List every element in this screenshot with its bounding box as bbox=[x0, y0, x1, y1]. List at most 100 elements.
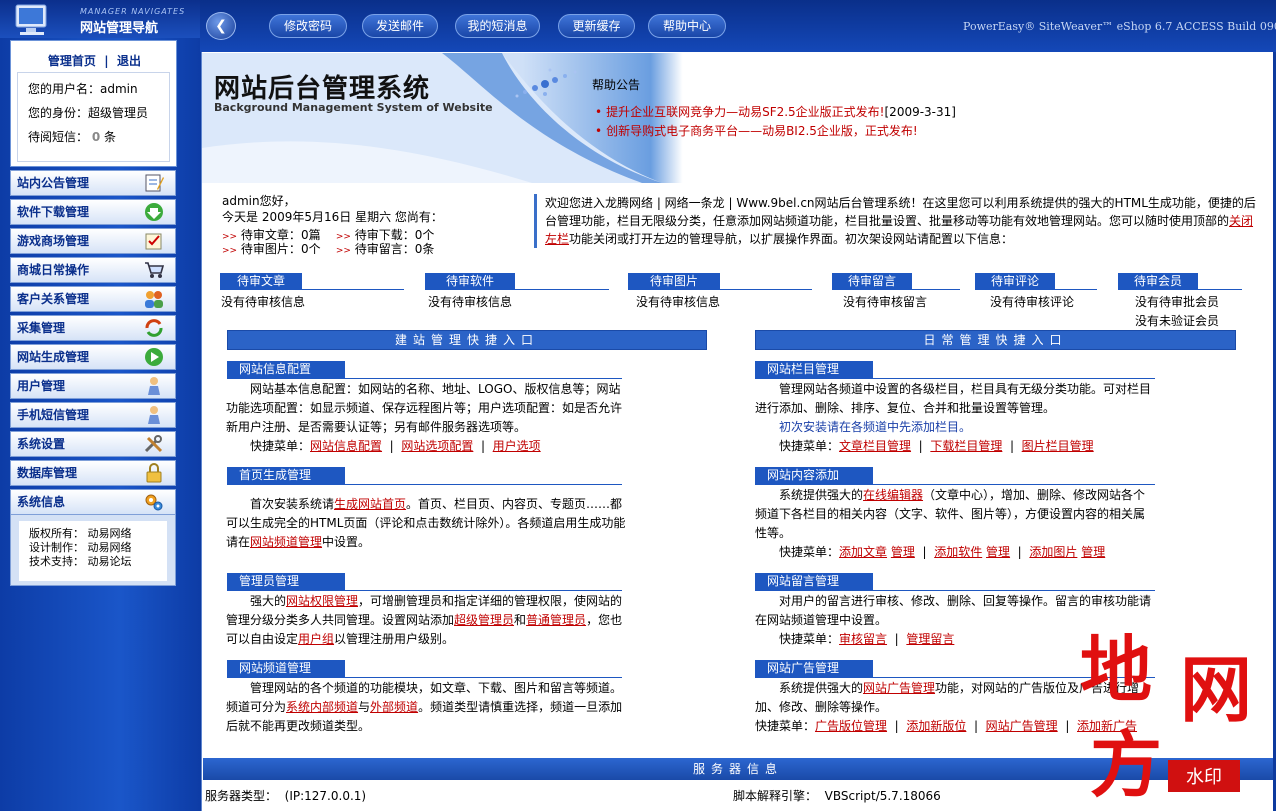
body-text: 以管理注册用户级别。 bbox=[334, 632, 455, 646]
section-title-channels: 网站频道管理 bbox=[227, 660, 345, 677]
review-tab-comments[interactable]: 待审评论 bbox=[975, 273, 1055, 289]
change-password-button[interactable]: 修改密码 bbox=[269, 14, 347, 38]
people-icon bbox=[145, 291, 163, 308]
user-info: 您的用户名：admin 您的身份：超级管理员 待阅短信： 0 条 bbox=[17, 72, 170, 162]
credit-key: 技术支持： bbox=[29, 555, 84, 568]
generate-homepage-link[interactable]: 生成网站首页 bbox=[334, 497, 406, 511]
body-text: 系统提供强大的 bbox=[779, 488, 864, 502]
notice-item[interactable]: • 创新导购式电子商务平台——动易BI2.5企业版，正式发布! bbox=[595, 122, 918, 139]
menu-item-label: 站内公告管理 bbox=[17, 176, 90, 190]
pending-value: 0个 bbox=[300, 242, 321, 256]
menu-item-system-settings[interactable]: 系统设置 bbox=[10, 431, 176, 457]
user-links-separator: | bbox=[104, 54, 109, 68]
cart-icon bbox=[145, 262, 165, 278]
toggle-left-nav-button[interactable]: ❮ bbox=[206, 12, 236, 40]
watermark-label: 水印 bbox=[1186, 767, 1222, 788]
review-tab-software[interactable]: 待审软件 bbox=[425, 273, 515, 289]
menu-item-game-mall[interactable]: 游戏商场管理 bbox=[10, 228, 176, 254]
normal-admin-link[interactable]: 普通管理员 bbox=[526, 613, 586, 627]
user-group-link[interactable]: 用户组 bbox=[298, 632, 334, 646]
channel-manage-link[interactable]: 网站频道管理 bbox=[250, 535, 322, 549]
ad-manage-link[interactable]: 网站广告管理 bbox=[986, 719, 1058, 733]
watermark-stamp: 地 网 方 水印 bbox=[1080, 627, 1252, 807]
section-underline bbox=[755, 590, 1155, 591]
review-status: 没有待审核信息 bbox=[636, 295, 721, 309]
menu-item-label: 客户关系管理 bbox=[17, 292, 90, 306]
image-columns-link[interactable]: 图片栏目管理 bbox=[1022, 439, 1094, 453]
internal-channel-link[interactable]: 系统内部频道 bbox=[286, 700, 358, 714]
double-arrow-icon: >> bbox=[222, 246, 238, 256]
username-value: admin bbox=[100, 82, 138, 96]
super-admin-link[interactable]: 超级管理员 bbox=[454, 613, 514, 627]
review-tab-articles[interactable]: 待审文章 bbox=[220, 273, 302, 289]
section-title-ads: 网站广告管理 bbox=[755, 660, 873, 677]
review-underline bbox=[975, 289, 1097, 290]
menu-item-crm[interactable]: 客户关系管理 bbox=[10, 286, 176, 312]
download-columns-link[interactable]: 下载栏目管理 bbox=[930, 439, 1002, 453]
update-cache-button[interactable]: 更新缓存 bbox=[558, 14, 635, 38]
menu-item-announcement[interactable]: 站内公告管理 bbox=[10, 170, 176, 196]
send-mail-button[interactable]: 发送邮件 bbox=[362, 14, 438, 38]
menu-item-label: 手机短信管理 bbox=[17, 408, 90, 422]
external-channel-link[interactable]: 外部频道 bbox=[370, 700, 418, 714]
menu-item-system-info[interactable]: 系统信息 bbox=[10, 489, 176, 515]
logout-link[interactable]: 退出 bbox=[117, 54, 141, 68]
manage-image-link[interactable]: 管理 bbox=[1081, 545, 1105, 559]
system-title-en: Background Management System of Website bbox=[214, 101, 493, 114]
section-title-site-info: 网站信息配置 bbox=[227, 361, 345, 378]
review-tab-members[interactable]: 待审会员 bbox=[1118, 273, 1198, 289]
add-article-link[interactable]: 添加文章 bbox=[839, 545, 887, 559]
credit-key: 设计制作： bbox=[29, 541, 84, 554]
quick-menu-label: 快捷菜单： bbox=[755, 719, 816, 733]
add-image-link[interactable]: 添加图片 bbox=[1029, 545, 1077, 559]
menu-item-database[interactable]: 数据库管理 bbox=[10, 460, 176, 486]
review-messages-link[interactable]: 审核留言 bbox=[839, 632, 887, 646]
section-underline bbox=[755, 378, 1155, 379]
online-editor-link[interactable]: 在线编辑器 bbox=[863, 488, 923, 502]
manage-messages-link[interactable]: 管理留言 bbox=[906, 632, 954, 646]
logo-subtitle: MANAGER NAVIGATES bbox=[80, 7, 186, 16]
notice-text[interactable]: 提升企业互联网竞争力—动易SF2.5企业版正式发布! bbox=[606, 105, 884, 119]
menu-item-software[interactable]: 软件下载管理 bbox=[10, 199, 176, 225]
menu-item-generate[interactable]: 网站生成管理 bbox=[10, 344, 176, 370]
section-body: 系统提供强大的在线编辑器（文章中心），增加、删除、修改网站各个频道下各栏目的相关… bbox=[755, 486, 1155, 543]
site-options-config-link[interactable]: 网站选项配置 bbox=[401, 439, 473, 453]
permission-manage-link[interactable]: 网站权限管理 bbox=[286, 594, 358, 608]
greeting: admin您好， bbox=[222, 194, 296, 208]
section-body: 管理网站的各个频道的功能模块，如文章、下载、图片和留言等频道。频道可分为系统内部… bbox=[226, 679, 626, 736]
admin-home-link[interactable]: 管理首页 bbox=[48, 54, 96, 68]
section-underline bbox=[227, 378, 622, 379]
today-line: 今天是 2009年5月16日 星期六 您尚有： bbox=[222, 210, 443, 224]
computer-icon bbox=[15, 4, 47, 35]
menu-item-label: 系统设置 bbox=[17, 437, 66, 451]
section-body: 管理网站各频道中设置的各级栏目，栏目具有无级分类功能。可对栏目进行添加、删除、排… bbox=[755, 382, 1152, 415]
menu-item-label: 商城日常操作 bbox=[17, 263, 90, 277]
notice-text[interactable]: 创新导购式电子商务平台——动易BI2.5企业版，正式发布! bbox=[606, 124, 918, 138]
user-options-link[interactable]: 用户选项 bbox=[493, 439, 541, 453]
manage-article-link[interactable]: 管理 bbox=[891, 545, 915, 559]
menu-item-label: 网站生成管理 bbox=[17, 350, 90, 364]
site-info-config-link[interactable]: 网站信息配置 bbox=[310, 439, 382, 453]
menu-item-collect[interactable]: 采集管理 bbox=[10, 315, 176, 341]
add-ad-slot-link[interactable]: 添加新版位 bbox=[906, 719, 966, 733]
ad-slot-manage-link[interactable]: 广告版位管理 bbox=[815, 719, 887, 733]
review-tab-messages[interactable]: 待审留言 bbox=[832, 273, 912, 289]
menu-item-shop-daily[interactable]: 商城日常操作 bbox=[10, 257, 176, 283]
manage-software-link[interactable]: 管理 bbox=[986, 545, 1010, 559]
pending-label: 待审留言： bbox=[354, 242, 415, 256]
my-messages-button[interactable]: 我的短消息 bbox=[455, 14, 540, 38]
review-tab-images[interactable]: 待审图片 bbox=[628, 273, 720, 289]
unread-count: 0 bbox=[91, 130, 101, 144]
credit-value: 动易论坛 bbox=[87, 555, 132, 568]
credit-value: 动易网络 bbox=[87, 541, 132, 554]
body-text: 与 bbox=[358, 700, 371, 714]
menu-item-sms[interactable]: 手机短信管理 bbox=[10, 402, 176, 428]
menu-item-users[interactable]: 用户管理 bbox=[10, 373, 176, 399]
article-columns-link[interactable]: 文章栏目管理 bbox=[839, 439, 911, 453]
notepad-icon bbox=[145, 174, 164, 192]
ad-manage-inline-link[interactable]: 网站广告管理 bbox=[863, 681, 935, 695]
notice-item[interactable]: • 提升企业互联网竞争力—动易SF2.5企业版正式发布![2009-3-31] bbox=[595, 103, 956, 120]
help-center-button[interactable]: 帮助中心 bbox=[648, 14, 726, 38]
add-software-link[interactable]: 添加软件 bbox=[934, 545, 982, 559]
review-underline bbox=[425, 289, 609, 290]
